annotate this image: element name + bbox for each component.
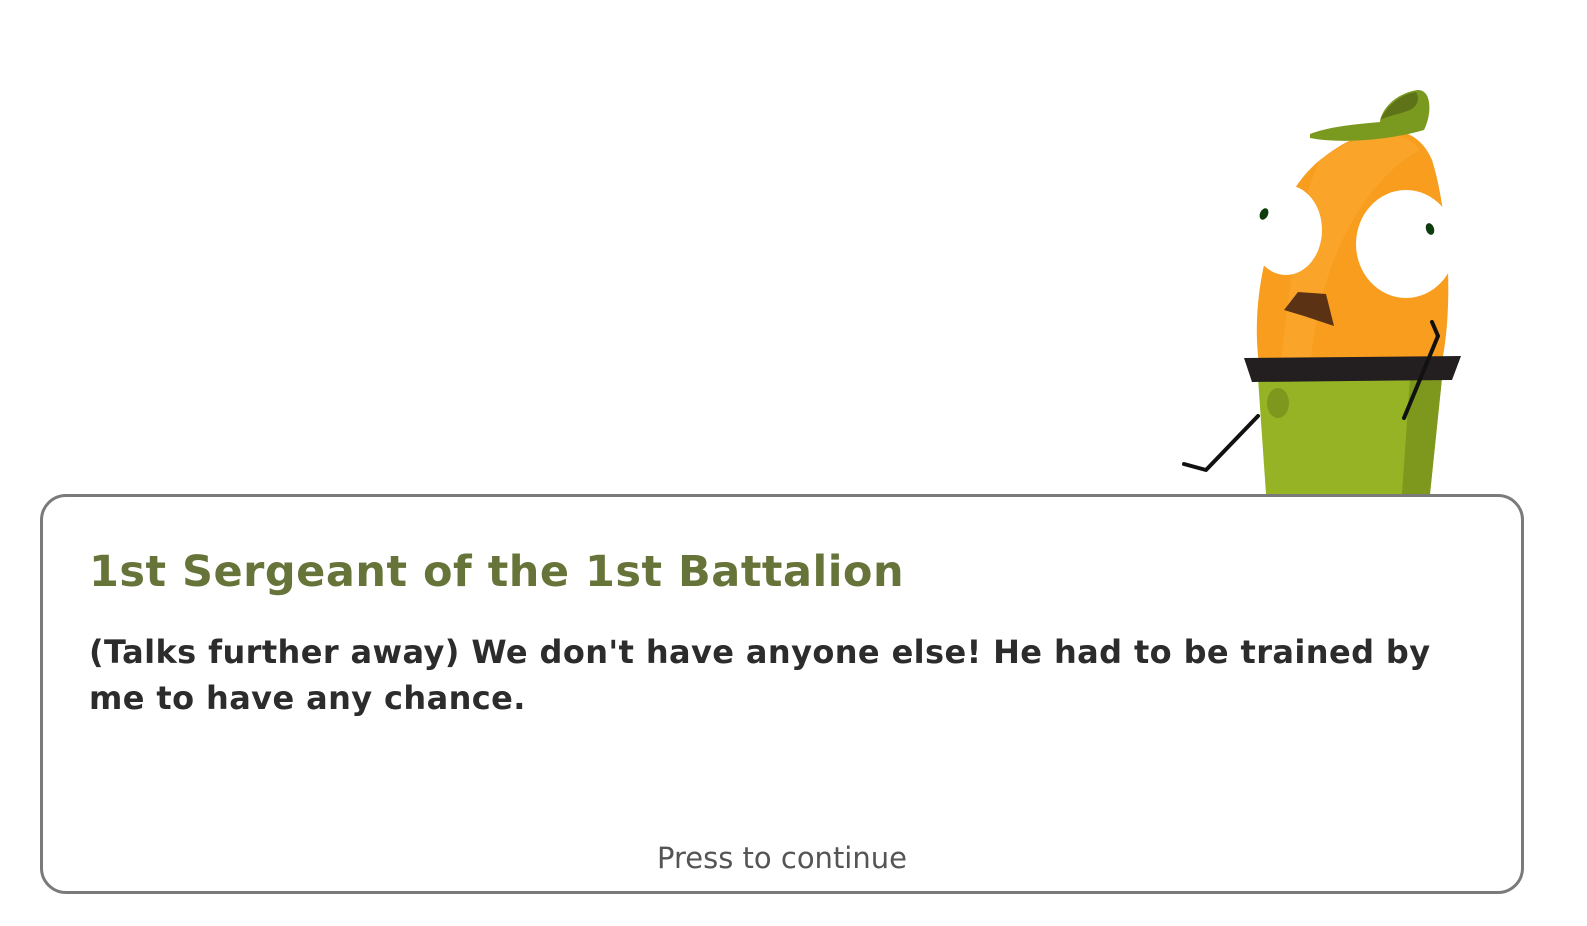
- continue-prompt[interactable]: Press to continue: [43, 841, 1521, 875]
- speaker-name: 1st Sergeant of the 1st Battalion: [89, 547, 905, 597]
- carrot-sergeant-character: [1182, 90, 1461, 494]
- left-eye: [1250, 185, 1322, 275]
- right-eye: [1356, 190, 1456, 298]
- dialog-box[interactable]: 1st Sergeant of the 1st Battalion (Talks…: [40, 494, 1524, 894]
- game-scene[interactable]: 1st Sergeant of the 1st Battalion (Talks…: [0, 0, 1587, 926]
- pants-pocket: [1267, 388, 1289, 418]
- dialog-text: (Talks further away) We don't have anyon…: [89, 633, 1431, 717]
- left-arm: [1182, 414, 1260, 472]
